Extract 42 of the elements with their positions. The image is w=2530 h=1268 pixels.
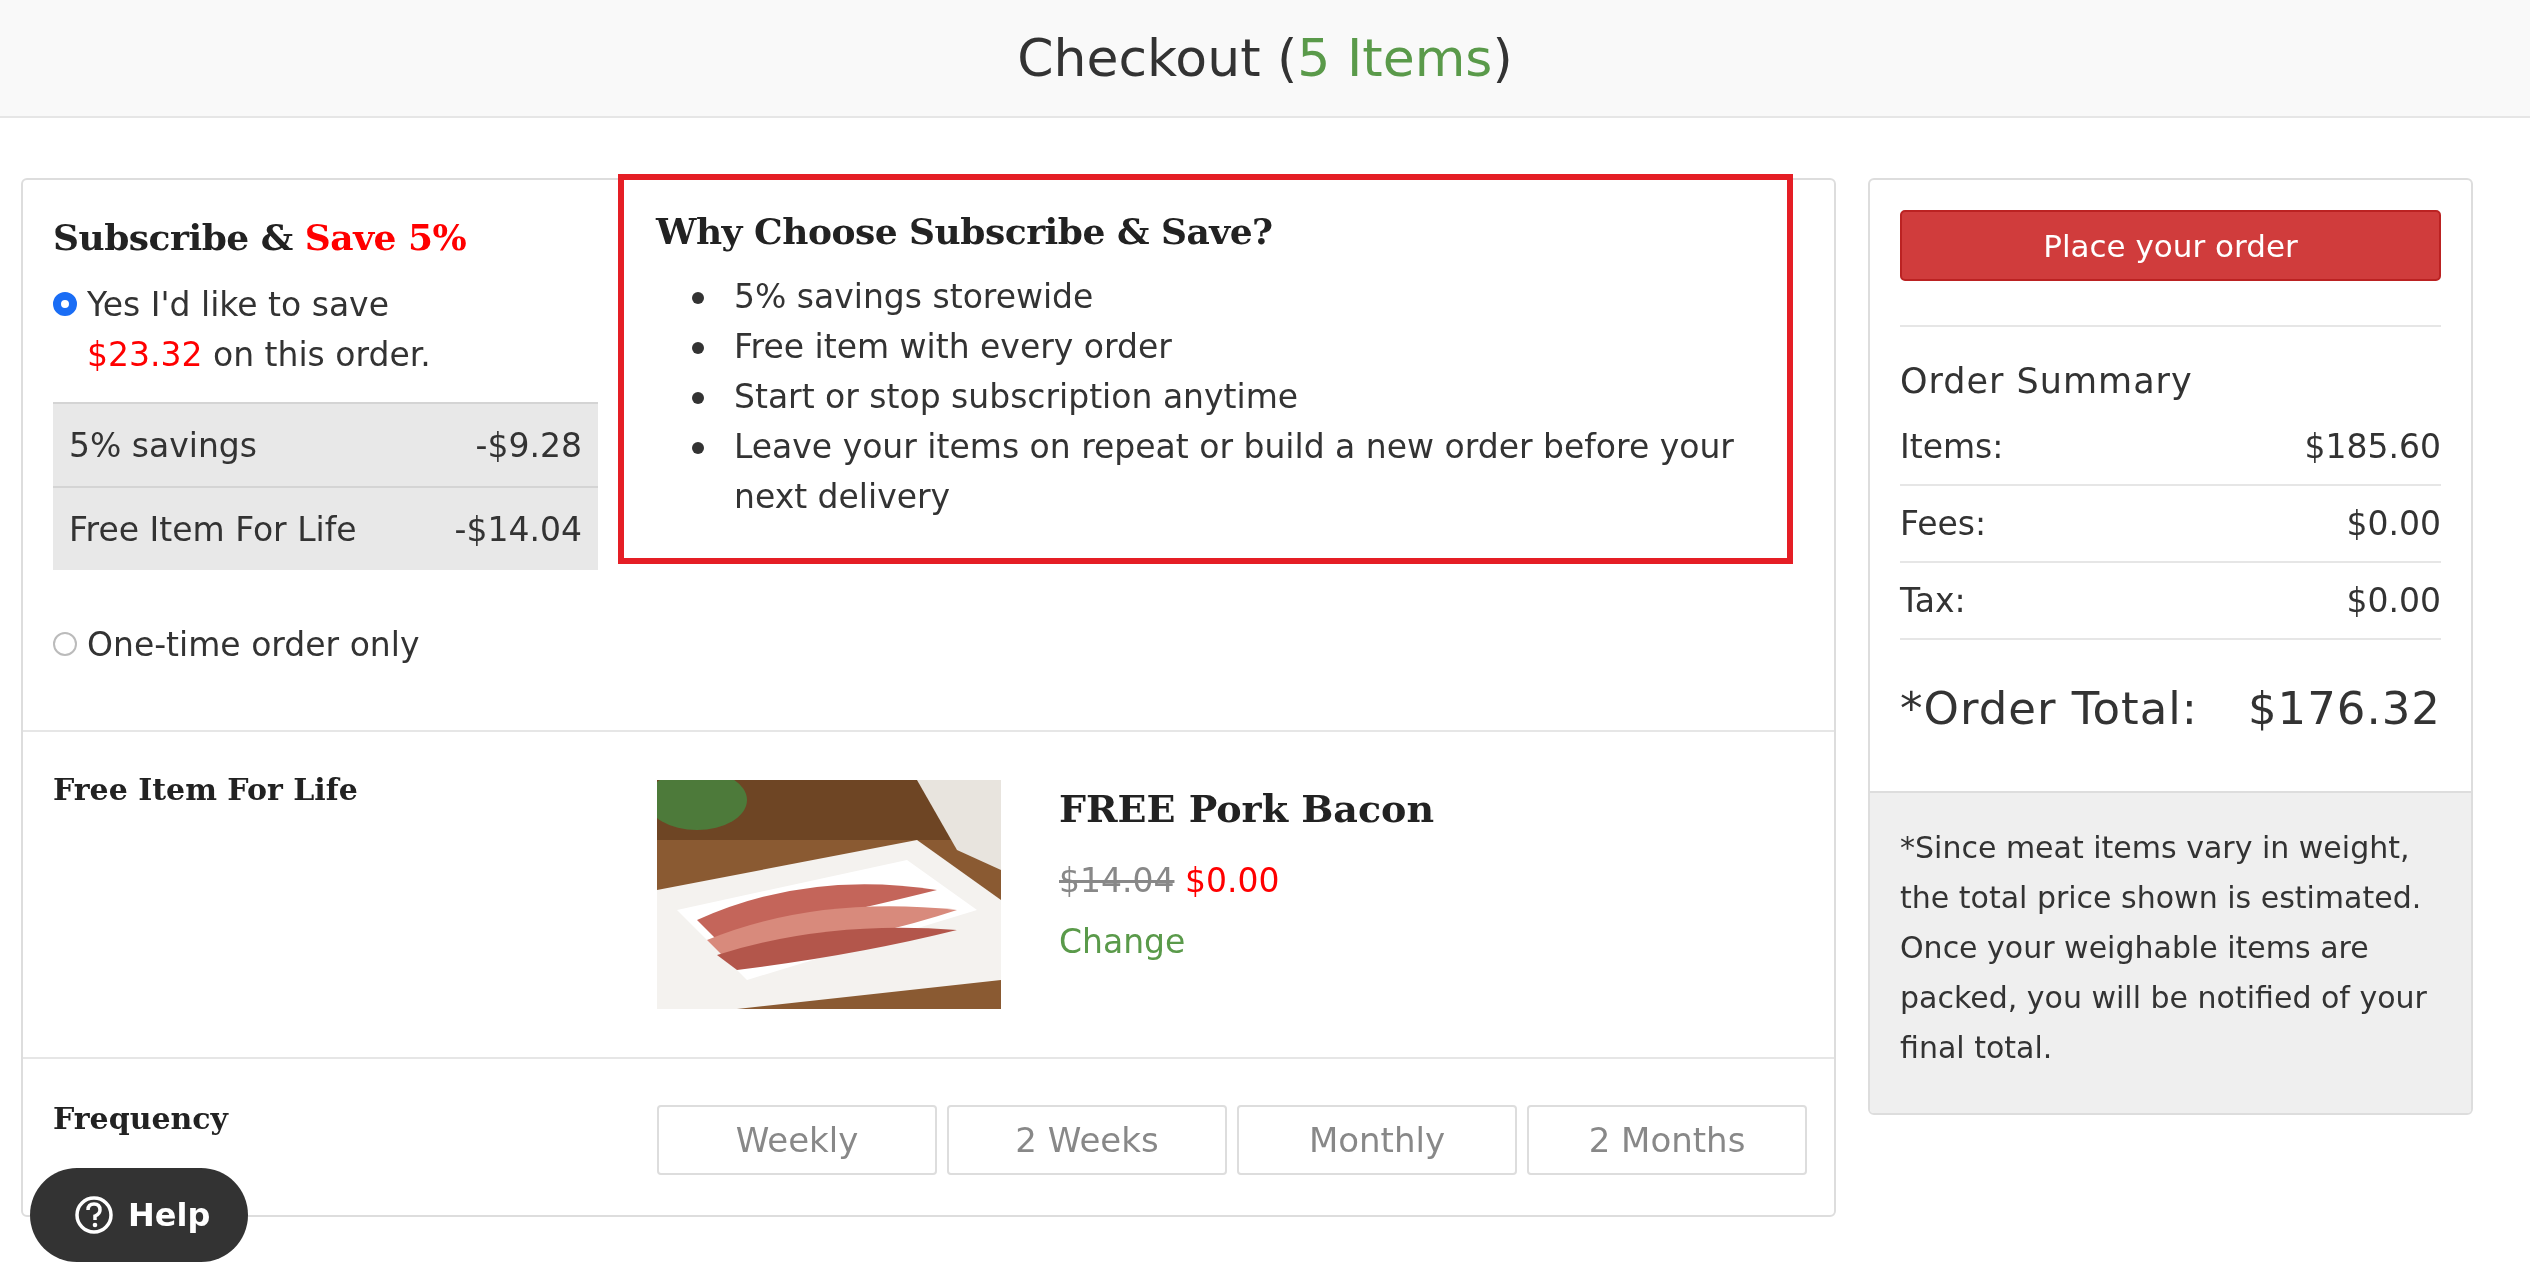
total-label: *Order Total:: [1900, 682, 2198, 735]
bullet-icon: [692, 292, 704, 304]
option-label: Yes I'd like to save $23.32 on this order.: [87, 284, 431, 376]
info-point: 5% savings storewide: [734, 276, 1094, 318]
option-label: One-time order only: [87, 624, 420, 666]
estimate-note: *Since meat items vary in weight, the total price shown is estimated. Once your weighable items are packed, you will be notified of your final total.: [1870, 791, 2471, 1113]
product-name: FREE Pork Bacon: [1059, 786, 1435, 831]
old-price: $14.04: [1059, 861, 1175, 900]
radio-button[interactable]: [53, 632, 77, 656]
summary-heading: Order Summary: [1900, 361, 2194, 401]
info-heading: Why Choose Subscribe & Save?: [656, 210, 1274, 252]
summary-label: Tax:: [1900, 581, 1966, 620]
section-label: Free Item For Life: [53, 772, 359, 809]
section-label: Frequency: [53, 1101, 230, 1138]
info-point: Start or stop subscription anytime: [734, 376, 1299, 418]
summary-value: $185.60: [2304, 427, 2441, 466]
savings-value: -$9.28: [475, 425, 582, 465]
savings-label: 5% savings: [69, 425, 257, 465]
info-point: Leave your items on repeat or build a new order before your next delivery: [734, 426, 1735, 518]
savings-label: Free Item For Life: [69, 509, 357, 549]
summary-value: $0.00: [2346, 581, 2441, 620]
help-icon: [74, 1195, 114, 1235]
frequency-button[interactable]: 2 Weeks: [947, 1105, 1227, 1175]
page-title: Checkout (5 Items): [1017, 28, 1513, 88]
help-button[interactable]: Help: [30, 1168, 248, 1262]
summary-label: Fees:: [1900, 504, 1987, 543]
summary-value: $0.00: [2346, 504, 2441, 543]
savings-value: -$14.04: [454, 509, 582, 549]
place-order-button[interactable]: Place your order: [1900, 210, 2441, 281]
frequency-button[interactable]: Monthly: [1237, 1105, 1517, 1175]
total-value: $176.32: [2247, 682, 2441, 735]
price: $0.00: [1184, 861, 1280, 900]
section-heading: Subscribe & Save 5%: [53, 216, 468, 258]
summary-label: Items:: [1900, 427, 2004, 466]
radio-button[interactable]: [53, 292, 77, 316]
bullet-icon: [692, 442, 704, 454]
info-point: Free item with every order: [734, 326, 1172, 368]
bullet-icon: [692, 342, 704, 354]
frequency-button[interactable]: 2 Months: [1527, 1105, 1807, 1175]
change-link[interactable]: Change: [1059, 922, 1186, 961]
frequency-button[interactable]: Weekly: [657, 1105, 937, 1175]
bullet-icon: [692, 392, 704, 404]
